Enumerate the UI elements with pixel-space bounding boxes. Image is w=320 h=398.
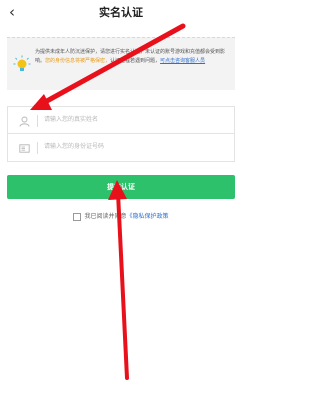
name-input[interactable]: [44, 112, 224, 128]
name-field: [7, 106, 235, 134]
notice-text: 为提供未成年人防沉迷保护，请您进行实名认证，未认证的账号游戏和充值都会受到影响。…: [35, 48, 231, 66]
agreement-row: 我已阅读并同意《隐私保护政策: [0, 211, 242, 223]
field-divider: [37, 115, 38, 127]
field-divider: [37, 142, 38, 154]
agreement-prefix: 我已阅读并同意: [84, 213, 127, 220]
id-card-icon: [19, 144, 30, 153]
notice-banner: 为提供未成年人防沉迷保护，请您进行实名认证，未认证的账号游戏和充值都会受到影响。…: [7, 37, 235, 90]
user-icon: [19, 116, 30, 127]
submit-verification-button[interactable]: 提交认证: [7, 175, 235, 199]
notice-highlight-text: 您的身份信息将被严格保密，: [45, 58, 111, 64]
id-field: [7, 134, 235, 162]
lightbulb-icon: [13, 55, 31, 71]
privacy-policy-link[interactable]: 《隐私保护政策: [127, 213, 169, 220]
top-bar: ‹ 实名认证: [0, 0, 242, 26]
notice-tail-text: 认证过程若遇到问题，: [110, 58, 161, 64]
agree-checkbox[interactable]: [73, 212, 82, 221]
arrow-to-submit-button: [108, 180, 129, 380]
id-number-input[interactable]: [44, 139, 224, 155]
customer-service-link[interactable]: 可点击咨询客服人员: [160, 58, 205, 64]
page-title: 实名认证: [99, 6, 143, 19]
